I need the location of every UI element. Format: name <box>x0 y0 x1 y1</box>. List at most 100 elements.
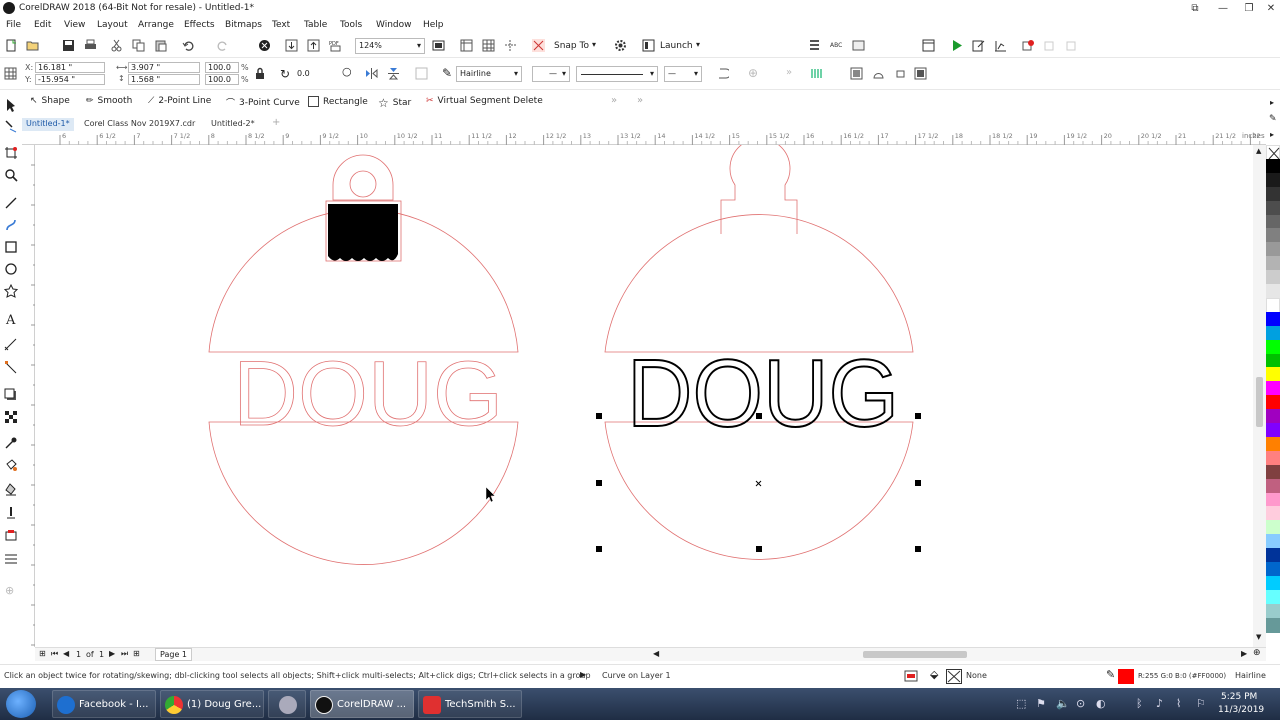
color-swatch[interactable] <box>1266 228 1280 244</box>
scroll-down-icon[interactable]: ▼ <box>1256 633 1261 641</box>
search-content-icon[interactable] <box>258 39 271 52</box>
star-tool[interactable]: ☆ Star <box>378 96 411 110</box>
color-swatch[interactable] <box>1266 172 1280 188</box>
color-proofing-icon[interactable] <box>904 670 918 682</box>
coreldraw-app-icon[interactable] <box>3 2 15 14</box>
convert-to-curves-icon[interactable] <box>914 67 927 80</box>
polygon-tool-icon[interactable] <box>4 284 18 298</box>
docker-hint-icon[interactable]: ✎ <box>1269 114 1277 124</box>
options-gear-icon[interactable] <box>614 39 627 52</box>
chart-macro-icon[interactable] <box>994 39 1007 52</box>
color-swatch[interactable] <box>1266 353 1280 369</box>
interactive-fill-tool-icon[interactable] <box>4 458 18 472</box>
color-swatch[interactable] <box>1266 589 1280 605</box>
docker-expand-icon[interactable]: ▸ <box>1270 98 1274 107</box>
three-point-curve-tool[interactable]: ⌒ 3-Point Curve <box>226 96 300 110</box>
canvas-artwork[interactable]: DOUG DOUG <box>35 145 1253 647</box>
color-swatch[interactable] <box>1266 325 1280 341</box>
height-field[interactable]: 1.568 " <box>128 74 200 85</box>
save-icon[interactable] <box>62 39 75 52</box>
shape-edit-tool-icon[interactable] <box>4 120 18 134</box>
record-macro-icon[interactable] <box>1022 39 1035 52</box>
color-swatch[interactable] <box>1266 381 1280 397</box>
end-arrowhead-dropdown[interactable]: — ▾ <box>664 66 702 82</box>
pick-tool-icon[interactable] <box>4 98 18 112</box>
menu-file[interactable]: File <box>6 20 21 30</box>
publish-pdf-icon[interactable]: PDF <box>329 39 342 52</box>
drawing-canvas[interactable]: DOUG DOUG <box>35 145 1253 647</box>
no-fill-swatch-icon[interactable] <box>946 669 962 684</box>
color-swatch[interactable] <box>1266 214 1280 230</box>
snap-to-dropdown[interactable]: Snap To <box>554 41 589 51</box>
copy-icon[interactable] <box>132 39 145 52</box>
color-swatch[interactable] <box>1266 311 1280 327</box>
tab-untitled-2[interactable]: Untitled-2* <box>207 118 259 131</box>
color-swatch[interactable] <box>1266 506 1280 522</box>
color-swatch[interactable] <box>1266 256 1280 272</box>
artistic-media-tool-icon[interactable] <box>4 218 18 232</box>
color-swatch[interactable] <box>1266 409 1280 425</box>
tray-action-icon[interactable]: ⊙ <box>1076 697 1085 710</box>
menu-edit[interactable]: Edit <box>34 20 51 30</box>
scroll-up-icon[interactable]: ▲ <box>1256 147 1261 155</box>
color-swatch[interactable] <box>1266 186 1280 202</box>
show-grid-icon[interactable] <box>482 39 495 52</box>
scroll-left-icon[interactable]: ◀ <box>653 649 659 658</box>
color-swatch[interactable] <box>1266 242 1280 258</box>
lock-ratio-icon[interactable] <box>254 67 266 80</box>
close-button[interactable]: ✕ <box>1258 0 1280 17</box>
connector-tool-icon[interactable] <box>4 360 18 374</box>
rotation-angle-field[interactable]: 0.0 <box>294 68 336 79</box>
color-swatch[interactable] <box>1266 534 1280 550</box>
color-swatch[interactable] <box>1266 270 1280 286</box>
color-swatch[interactable] <box>1266 603 1280 619</box>
color-swatch[interactable] <box>1266 575 1280 591</box>
spell-check-icon[interactable]: ABC <box>830 39 843 52</box>
text-properties-icon[interactable] <box>852 39 865 52</box>
help-window-icon[interactable]: ⧉ <box>1182 0 1208 17</box>
scale-width-field[interactable]: 100.0 <box>205 62 239 73</box>
zoom-level-dropdown[interactable]: 124% ▾ <box>355 38 425 54</box>
new-document-icon[interactable] <box>5 39 18 52</box>
rectangle-tool[interactable]: Rectangle <box>308 96 368 107</box>
close-curve-icon[interactable] <box>716 67 729 80</box>
add-property-icon[interactable]: ⊕ <box>748 66 758 80</box>
launch-dropdown[interactable]: Launch <box>660 41 693 51</box>
outline-pen-tool-icon[interactable] <box>4 506 18 520</box>
color-swatch[interactable] <box>1266 200 1280 216</box>
customize-toolbox-icon[interactable] <box>4 552 18 566</box>
run-macro-play-icon[interactable] <box>950 39 963 52</box>
rectangle-tool-icon[interactable] <box>4 240 18 254</box>
tray-snagit-icon[interactable]: ⬚ <box>1016 697 1026 710</box>
redo-icon[interactable] <box>216 39 229 52</box>
horizontal-ruler[interactable]: 6 6 1/2 7 7 1/2 8 8 1/2 9 9 1/2 10 10 1/2 11 11 1/2… <box>22 131 1266 145</box>
menu-layout[interactable]: Layout <box>97 20 128 30</box>
last-page-icon[interactable]: ⏭ <box>121 649 128 659</box>
menu-window[interactable]: Window <box>376 20 412 30</box>
group-icon[interactable] <box>850 67 863 80</box>
drop-shadow-tool-icon[interactable] <box>4 388 18 402</box>
color-swatch[interactable] <box>1266 464 1280 480</box>
add-tab-icon[interactable]: + <box>272 117 280 128</box>
color-swatch[interactable] <box>1266 450 1280 466</box>
color-swatch[interactable] <box>1266 548 1280 564</box>
doug-text-outline-left[interactable]: DOUG <box>233 343 504 446</box>
color-swatch[interactable] <box>1266 436 1280 452</box>
pause-macro-icon[interactable] <box>1044 39 1057 52</box>
smooth-tool[interactable]: ✏ Smooth <box>86 96 132 106</box>
color-swatch[interactable] <box>1266 297 1280 313</box>
text-tool-icon[interactable]: A <box>4 312 18 326</box>
y-position-field[interactable]: -15.954 " <box>35 74 105 85</box>
zoom-navigator-icon[interactable]: ⊕ <box>1253 648 1261 658</box>
stop-macro-icon[interactable] <box>1066 39 1079 52</box>
menu-table[interactable]: Table <box>304 20 327 30</box>
taskbar-item-chrome[interactable]: (1) Doug Gre... <box>160 690 264 718</box>
first-page-arrow-icon[interactable]: ⏮ <box>51 649 58 659</box>
two-point-line-tool[interactable]: ⟋ 2-Point Line <box>148 96 211 106</box>
break-apart-icon[interactable] <box>894 67 907 80</box>
tray-bluetooth-icon[interactable]: ᛒ <box>1136 697 1143 710</box>
color-swatch[interactable] <box>1266 423 1280 438</box>
alignment-guides-icon[interactable] <box>532 39 545 52</box>
color-swatch[interactable] <box>1266 367 1280 383</box>
prev-page-icon[interactable]: ◀ <box>63 649 69 658</box>
